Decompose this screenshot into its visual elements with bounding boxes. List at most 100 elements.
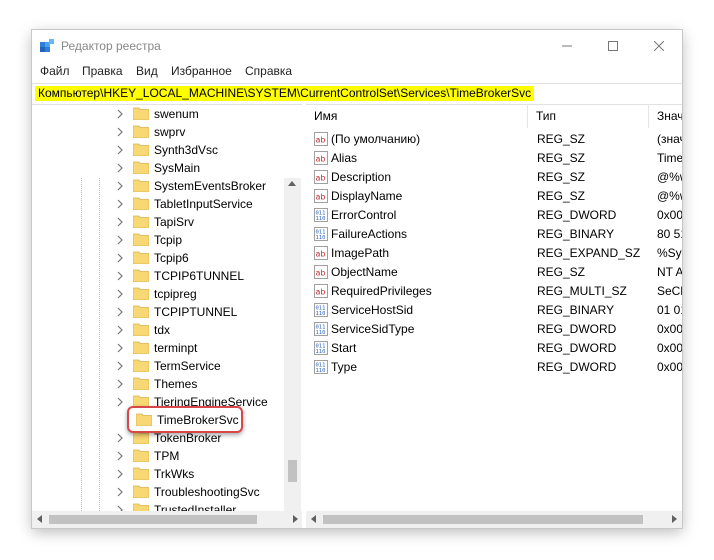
chevron-right-icon[interactable] — [116, 127, 124, 137]
value-row[interactable]: ab ObjectName REG_SZ NT AUTHORITY — [306, 263, 682, 282]
folder-icon — [133, 233, 149, 246]
chevron-right-icon[interactable] — [116, 271, 124, 281]
tree-item-label: Tcpip6 — [154, 251, 189, 265]
value-data: 0x00000001 — [657, 322, 682, 336]
value-row[interactable]: 011110Type REG_DWORD 0x00000020 — [306, 358, 682, 377]
chevron-right-icon[interactable] — [116, 217, 124, 227]
column-header-type[interactable]: Тип — [528, 104, 649, 128]
value-type: REG_MULTI_SZ — [537, 284, 627, 298]
chevron-right-icon[interactable] — [116, 253, 124, 263]
svg-text:ab: ab — [316, 269, 326, 278]
menu-help[interactable]: Справка — [245, 64, 292, 78]
chevron-right-icon[interactable] — [116, 163, 124, 173]
tree-item[interactable]: terminpt — [32, 339, 284, 357]
tree-item[interactable]: TabletInputService — [32, 195, 284, 213]
svg-text:ab: ab — [316, 174, 326, 183]
tree-item[interactable]: Synth3dVsc — [32, 141, 284, 159]
value-data: %SystemRoot% — [657, 246, 682, 260]
value-row[interactable]: 011110ErrorControl REG_DWORD 0x00000001 — [306, 206, 682, 225]
registry-key-tree: swenum swprv Synth3dVsc SysMain SystemEvents… — [32, 104, 302, 528]
chevron-right-icon[interactable] — [116, 361, 124, 371]
value-row[interactable]: 011110Start REG_DWORD 0x00000003 — [306, 339, 682, 358]
chevron-right-icon[interactable] — [116, 379, 124, 389]
value-name: ErrorControl — [331, 208, 397, 222]
tree-scroll-thumb[interactable] — [288, 460, 297, 482]
scroll-left-icon[interactable] — [37, 515, 42, 523]
value-row[interactable]: ab Alias REG_SZ TimeBrokerSvc — [306, 149, 682, 168]
value-type: REG_EXPAND_SZ — [537, 246, 641, 260]
tree-item[interactable]: SysMain — [32, 159, 284, 177]
binary-value-icon: 011110 — [314, 360, 328, 374]
chevron-right-icon[interactable] — [116, 145, 124, 155]
selected-key-highlight[interactable]: TimeBrokerSvc — [127, 406, 243, 433]
scroll-right-icon[interactable] — [672, 515, 677, 523]
chevron-right-icon[interactable] — [116, 451, 124, 461]
value-row[interactable]: ab ImagePath REG_EXPAND_SZ %SystemRoot% — [306, 244, 682, 263]
tree-item[interactable]: SystemEventsBroker — [32, 177, 284, 195]
value-row[interactable]: 011110ServiceHostSid REG_BINARY 01 01 00 0… — [306, 301, 682, 320]
minimize-button[interactable] — [544, 30, 590, 62]
value-row[interactable]: 011110ServiceSidType REG_DWORD 0x00000001 — [306, 320, 682, 339]
tree-vertical-scrollbar[interactable] — [284, 178, 301, 528]
chevron-right-icon[interactable] — [116, 397, 124, 407]
tree-item-label: TrkWks — [154, 467, 195, 481]
tree-item[interactable]: TCPIPTUNNEL — [32, 303, 284, 321]
chevron-right-icon[interactable] — [116, 199, 124, 209]
value-type: REG_SZ — [537, 170, 586, 184]
values-horizontal-scrollbar[interactable] — [306, 511, 682, 528]
chevron-right-icon[interactable] — [116, 307, 124, 317]
tree-item[interactable]: swprv — [32, 123, 284, 141]
tree-item[interactable]: TrkWks — [32, 465, 284, 483]
value-row[interactable]: ab RequiredPrivileges REG_MULTI_SZ SeChange… — [306, 282, 682, 301]
tree-item[interactable]: tcpipreg — [32, 285, 284, 303]
chevron-right-icon[interactable] — [116, 181, 124, 191]
menu-edit[interactable]: Правка — [82, 64, 123, 78]
value-data: 0x00000020 — [657, 360, 682, 374]
chevron-right-icon[interactable] — [116, 325, 124, 335]
chevron-right-icon[interactable] — [116, 289, 124, 299]
value-row[interactable]: ab DisplayName REG_SZ @%windir% — [306, 187, 682, 206]
chevron-right-icon[interactable] — [116, 109, 124, 119]
maximize-button[interactable] — [590, 30, 636, 62]
tree-item[interactable]: TroubleshootingSvc — [32, 483, 284, 501]
address-bar[interactable]: Компьютер\HKEY_LOCAL_MACHINE\SYSTEM\Curr… — [32, 83, 682, 105]
column-header-data[interactable]: Значение — [649, 104, 682, 128]
tree-item[interactable]: TCPIP6TUNNEL — [32, 267, 284, 285]
chevron-right-icon[interactable] — [116, 487, 124, 497]
tree-item[interactable]: swenum — [32, 105, 284, 123]
binary-value-icon: 011110 — [314, 303, 328, 317]
value-row[interactable]: 011110FailureActions REG_BINARY 80 51 01 0… — [306, 225, 682, 244]
tree-item[interactable]: Tcpip — [32, 231, 284, 249]
tree-item[interactable]: TapiSrv — [32, 213, 284, 231]
window-title: Редактор реестра — [61, 39, 161, 53]
chevron-right-icon[interactable] — [116, 433, 124, 443]
column-header-name[interactable]: Имя — [306, 104, 528, 128]
scroll-left-icon[interactable] — [311, 515, 316, 523]
tree-hscroll-thumb[interactable] — [49, 515, 257, 524]
tree-item-label: TCPIP6TUNNEL — [154, 269, 245, 283]
value-type: REG_BINARY — [537, 227, 615, 241]
menu-favorites[interactable]: Избранное — [171, 64, 232, 78]
chevron-right-icon[interactable] — [116, 235, 124, 245]
value-row[interactable]: ab Description REG_SZ @%windir% — [306, 168, 682, 187]
menu-file[interactable]: Файл — [40, 64, 70, 78]
tree-item[interactable]: TermService — [32, 357, 284, 375]
tree-item[interactable]: tdx — [32, 321, 284, 339]
menu-view[interactable]: Вид — [136, 64, 158, 78]
address-path[interactable]: Компьютер\HKEY_LOCAL_MACHINE\SYSTEM\Curr… — [35, 86, 535, 101]
scroll-up-icon[interactable] — [288, 181, 296, 186]
scroll-right-icon[interactable] — [293, 515, 298, 523]
value-name: Start — [331, 341, 357, 355]
close-button[interactable] — [636, 30, 682, 62]
value-row[interactable]: ab (По умолчанию) REG_SZ (значение не присв… — [306, 130, 682, 149]
tree-horizontal-scrollbar[interactable] — [32, 511, 302, 528]
chevron-right-icon[interactable] — [116, 343, 124, 353]
value-type: REG_SZ — [537, 132, 586, 146]
tree-item[interactable]: TPM — [32, 447, 284, 465]
chevron-right-icon[interactable] — [116, 469, 124, 479]
value-name: ServiceSidType — [331, 322, 415, 336]
tree-item[interactable]: Themes — [32, 375, 284, 393]
values-hscroll-thumb[interactable] — [323, 515, 643, 524]
tree-item[interactable]: Tcpip6 — [32, 249, 284, 267]
tree-item-label: terminpt — [154, 341, 198, 355]
